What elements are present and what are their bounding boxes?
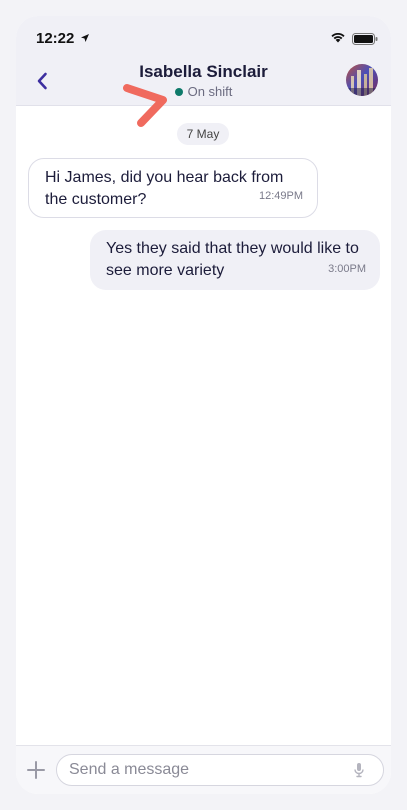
chat-header: Isabella Sinclair On shift xyxy=(16,60,391,106)
wifi-icon xyxy=(331,32,345,43)
online-status-dot xyxy=(174,87,183,96)
presence-status: On shift xyxy=(16,84,391,99)
device-frame: 12:22 Isabella Sinclair On shift 7 May H… xyxy=(0,0,407,810)
annotation-arrow-icon xyxy=(123,84,167,127)
incoming-message[interactable]: Hi James, did you hear back from the cus… xyxy=(28,158,318,218)
microphone-icon[interactable] xyxy=(354,762,364,778)
message-timestamp: 12:49PM xyxy=(258,190,303,202)
message-text: Yes they said that they would like to se… xyxy=(106,240,359,279)
status-bar: 12:22 xyxy=(16,16,391,60)
message-timestamp: 3:00PM xyxy=(328,263,366,275)
phone-screen: 12:22 Isabella Sinclair On shift 7 May H… xyxy=(16,16,391,794)
avatar-image xyxy=(346,64,378,96)
status-time: 12:22 xyxy=(36,30,75,47)
battery-icon xyxy=(352,33,378,45)
plus-icon[interactable] xyxy=(26,760,46,780)
location-arrow-icon xyxy=(81,34,89,42)
contact-avatar[interactable] xyxy=(346,64,378,96)
date-divider: 7 May xyxy=(177,123,229,145)
message-input[interactable] xyxy=(56,754,384,786)
outgoing-message[interactable]: Yes they said that they would like to se… xyxy=(90,230,380,290)
status-text: On shift xyxy=(187,84,233,99)
message-composer xyxy=(16,745,391,794)
contact-name: Isabella Sinclair xyxy=(139,62,268,81)
